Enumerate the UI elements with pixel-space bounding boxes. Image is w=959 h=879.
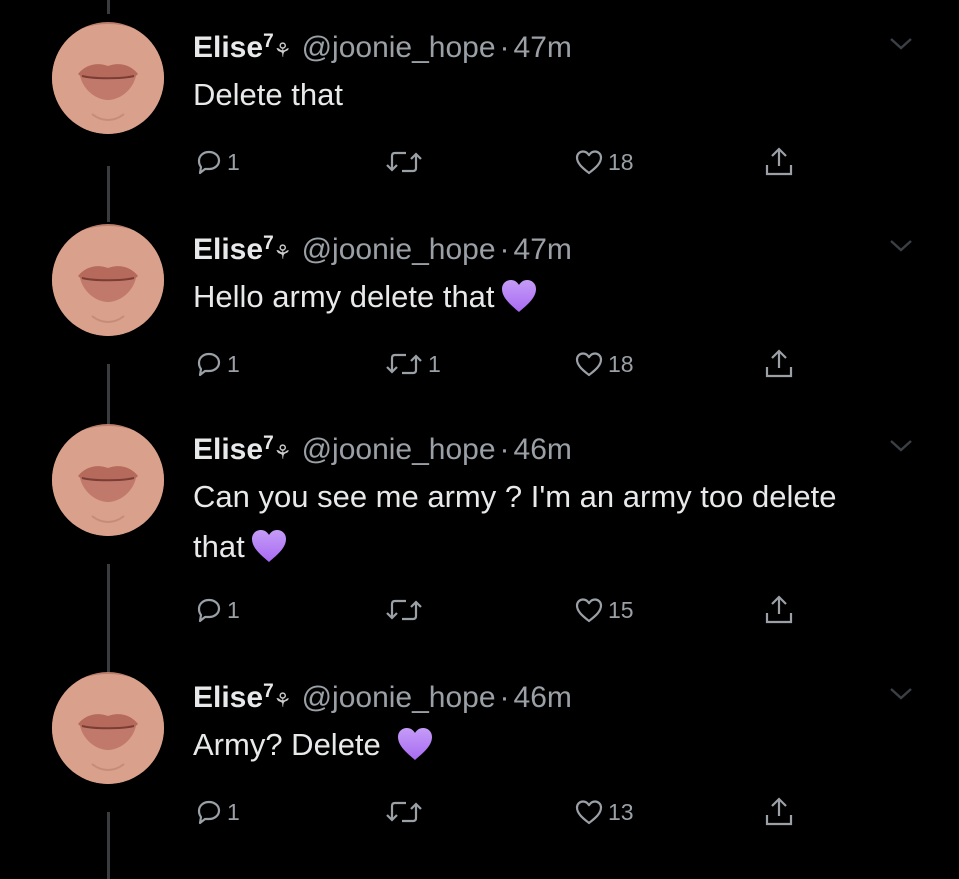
share-icon — [761, 144, 797, 180]
tweet[interactable]: Elise7⚘ @joonie_hope · 47m Delete that 1 18 — [0, 0, 959, 218]
tweet-text-content: Can you see me army ? I'm an army too de… — [193, 479, 837, 564]
separator-dot: · — [499, 681, 510, 714]
action-bar: 1 1 18 — [0, 344, 959, 384]
timestamp[interactable]: 47m — [514, 31, 572, 64]
action-bar: 1 18 — [0, 142, 959, 182]
reply-count: 1 — [227, 350, 240, 377]
separator-dot: · — [499, 433, 510, 466]
reply-icon — [195, 798, 223, 826]
reply-button[interactable]: 1 — [195, 142, 240, 182]
retweet-icon — [384, 596, 424, 624]
flower-emoji: ⚘ — [273, 40, 292, 62]
flower-emoji: ⚘ — [273, 242, 292, 264]
retweet-icon — [384, 148, 424, 176]
reply-button[interactable]: 1 — [195, 344, 240, 384]
reply-count: 1 — [227, 148, 240, 175]
tweet-text: Delete that — [193, 70, 893, 120]
avatar[interactable] — [52, 22, 164, 134]
like-count: 13 — [608, 798, 634, 825]
timestamp[interactable]: 46m — [514, 681, 572, 714]
avatar[interactable] — [52, 424, 164, 536]
tweet-header: Elise7⚘ @joonie_hope · 47m — [193, 224, 572, 273]
retweet-button[interactable] — [384, 590, 428, 630]
handle[interactable]: @joonie_hope — [302, 681, 496, 714]
tweet-header: Elise7⚘ @joonie_hope · 46m — [193, 424, 572, 473]
flower-emoji: ⚘ — [273, 690, 292, 712]
display-name[interactable]: Elise — [193, 433, 263, 466]
share-button[interactable] — [761, 792, 797, 832]
handle[interactable]: @joonie_hope — [302, 233, 496, 266]
name-superscript: 7 — [263, 681, 274, 702]
retweet-button[interactable] — [384, 142, 428, 182]
display-name[interactable]: Elise — [193, 233, 263, 266]
tweet-text: Hello army delete that — [193, 272, 893, 330]
tweet-text: Can you see me army ? I'm an army too de… — [193, 472, 873, 580]
action-bar: 1 15 — [0, 590, 959, 630]
chevron-down-icon[interactable] — [888, 686, 914, 707]
tweet-text-content: Delete that — [193, 77, 343, 112]
separator-dot: · — [499, 233, 510, 266]
handle[interactable]: @joonie_hope — [302, 31, 496, 64]
chevron-down-icon[interactable] — [888, 36, 914, 57]
avatar[interactable] — [52, 672, 164, 784]
like-button[interactable]: 15 — [574, 590, 634, 630]
reply-icon — [195, 596, 223, 624]
chevron-down-icon[interactable] — [888, 438, 914, 459]
share-button[interactable] — [761, 344, 797, 384]
tweet[interactable]: Elise7⚘ @joonie_hope · 46m Army? Delete 1 1… — [0, 650, 959, 868]
tweet[interactable]: Elise7⚘ @joonie_hope · 46m Can you see me a… — [0, 402, 959, 624]
tweet[interactable]: Elise7⚘ @joonie_hope · 47m Hello army delet… — [0, 202, 959, 420]
display-name[interactable]: Elise — [193, 681, 263, 714]
handle[interactable]: @joonie_hope — [302, 433, 496, 466]
like-button[interactable]: 18 — [574, 344, 634, 384]
share-icon — [761, 794, 797, 830]
timestamp[interactable]: 46m — [514, 433, 572, 466]
share-icon — [761, 592, 797, 628]
tweet-text: Army? Delete — [193, 720, 893, 778]
share-button[interactable] — [761, 590, 797, 630]
like-count: 15 — [608, 596, 634, 623]
reply-button[interactable]: 1 — [195, 792, 240, 832]
retweet-button[interactable] — [384, 792, 428, 832]
like-button[interactable]: 13 — [574, 792, 634, 832]
share-icon — [761, 346, 797, 382]
name-superscript: 7 — [263, 233, 274, 254]
separator-dot: · — [499, 31, 510, 64]
retweet-count: 1 — [428, 350, 441, 377]
name-superscript: 7 — [263, 433, 274, 454]
heart-icon — [574, 798, 604, 826]
tweet-text-content: Hello army delete that — [193, 279, 495, 314]
flower-emoji: ⚘ — [273, 442, 292, 464]
like-button[interactable]: 18 — [574, 142, 634, 182]
tweet-header: Elise7⚘ @joonie_hope · 46m — [193, 672, 572, 721]
retweet-button[interactable]: 1 — [384, 344, 441, 384]
retweet-icon — [384, 798, 424, 826]
reply-count: 1 — [227, 596, 240, 623]
tweet-text-content: Army? Delete — [193, 727, 381, 762]
reply-count: 1 — [227, 798, 240, 825]
purple-heart-icon — [499, 277, 539, 330]
tweet-header: Elise7⚘ @joonie_hope · 47m — [193, 22, 572, 71]
purple-heart-icon — [249, 527, 289, 580]
heart-icon — [574, 148, 604, 176]
reply-icon — [195, 148, 223, 176]
action-bar: 1 13 — [0, 792, 959, 832]
heart-icon — [574, 596, 604, 624]
share-button[interactable] — [761, 142, 797, 182]
like-count: 18 — [608, 350, 634, 377]
reply-button[interactable]: 1 — [195, 590, 240, 630]
chevron-down-icon[interactable] — [888, 238, 914, 259]
display-name[interactable]: Elise — [193, 31, 263, 64]
like-count: 18 — [608, 148, 634, 175]
reply-icon — [195, 350, 223, 378]
name-superscript: 7 — [263, 31, 274, 52]
purple-heart-icon — [395, 725, 435, 778]
retweet-icon — [384, 350, 424, 378]
avatar[interactable] — [52, 224, 164, 336]
heart-icon — [574, 350, 604, 378]
timestamp[interactable]: 47m — [514, 233, 572, 266]
